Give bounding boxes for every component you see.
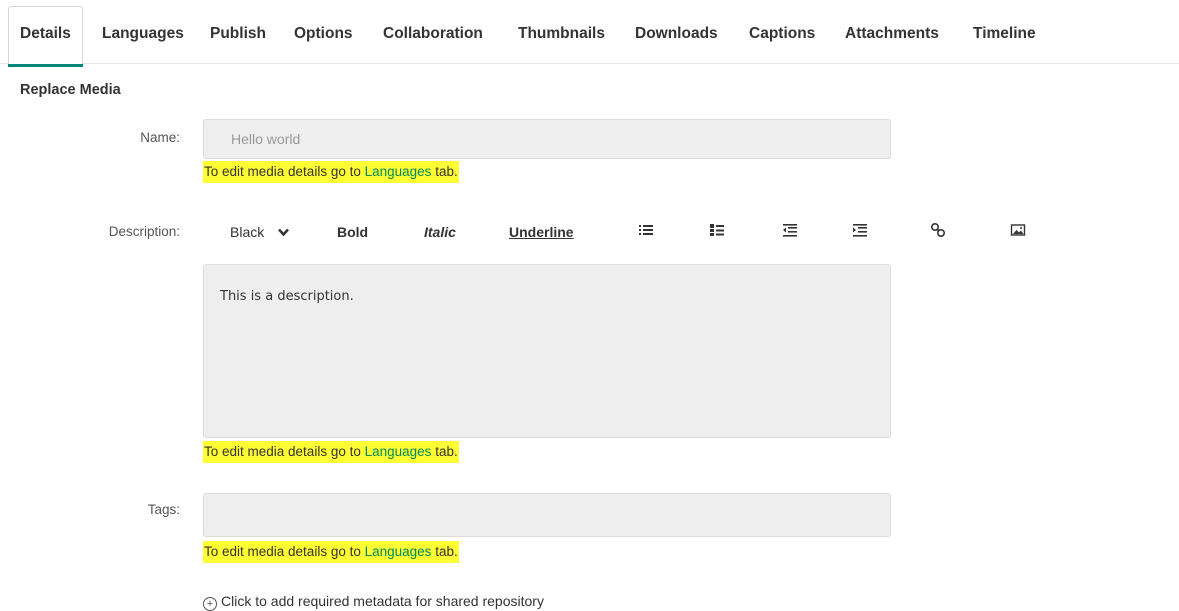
description-label: Description: <box>108 224 180 239</box>
tags-value <box>204 494 890 505</box>
tags-hint: To edit media details go to Languages ta… <box>203 541 459 563</box>
tab-collaboration[interactable]: Collaboration <box>383 0 483 64</box>
add-circle-icon: + <box>203 597 217 611</box>
bulleted-list-icon[interactable] <box>638 222 654 238</box>
name-label: Name: <box>140 130 180 145</box>
underline-button[interactable]: Underline <box>509 224 574 240</box>
tab-thumbnails[interactable]: Thumbnails <box>518 0 605 64</box>
font-color-value: Black <box>230 224 265 240</box>
tab-downloads[interactable]: Downloads <box>635 0 718 64</box>
hint-prefix: To edit media details go to <box>204 444 365 459</box>
italic-button[interactable]: Italic <box>424 224 456 240</box>
image-icon[interactable] <box>1010 222 1026 238</box>
outdent-icon[interactable] <box>782 222 798 238</box>
tags-field[interactable] <box>203 493 891 537</box>
link-icon[interactable] <box>930 222 946 238</box>
tab-captions[interactable]: Captions <box>749 0 815 64</box>
name-field[interactable]: Hello world <box>203 119 891 159</box>
tab-attachments[interactable]: Attachments <box>845 0 939 64</box>
hint-suffix: tab. <box>431 544 458 559</box>
hint-suffix: tab. <box>431 444 458 459</box>
chevron-down-icon <box>278 228 290 237</box>
tab-bar: Details Languages Publish Options Collab… <box>0 0 1179 67</box>
hint-prefix: To edit media details go to <box>204 164 365 179</box>
languages-link[interactable]: Languages <box>365 544 432 559</box>
hint-prefix: To edit media details go to <box>204 544 365 559</box>
name-value: Hello world <box>231 131 301 147</box>
hint-suffix: tab. <box>431 164 458 179</box>
bold-button[interactable]: Bold <box>337 224 368 240</box>
description-editor[interactable]: This is a description. <box>203 264 891 438</box>
font-color-select[interactable]: Black <box>230 224 290 240</box>
languages-link[interactable]: Languages <box>365 444 432 459</box>
numbered-list-icon[interactable] <box>709 222 725 238</box>
tab-details[interactable]: Details <box>8 6 83 67</box>
tab-options[interactable]: Options <box>294 0 353 64</box>
tab-timeline[interactable]: Timeline <box>973 0 1036 64</box>
description-hint: To edit media details go to Languages ta… <box>203 441 459 463</box>
tab-languages[interactable]: Languages <box>102 0 184 64</box>
languages-link[interactable]: Languages <box>365 164 432 179</box>
tab-publish[interactable]: Publish <box>210 0 266 64</box>
name-hint: To edit media details go to Languages ta… <box>203 161 459 183</box>
description-value: This is a description. <box>220 289 354 304</box>
add-metadata-link[interactable]: + Click to add required metadata for shar… <box>203 593 544 611</box>
tags-label: Tags: <box>147 502 180 517</box>
section-title: Replace Media <box>20 82 121 98</box>
add-metadata-label: Click to add required metadata for share… <box>221 593 544 609</box>
indent-icon[interactable] <box>852 222 868 238</box>
